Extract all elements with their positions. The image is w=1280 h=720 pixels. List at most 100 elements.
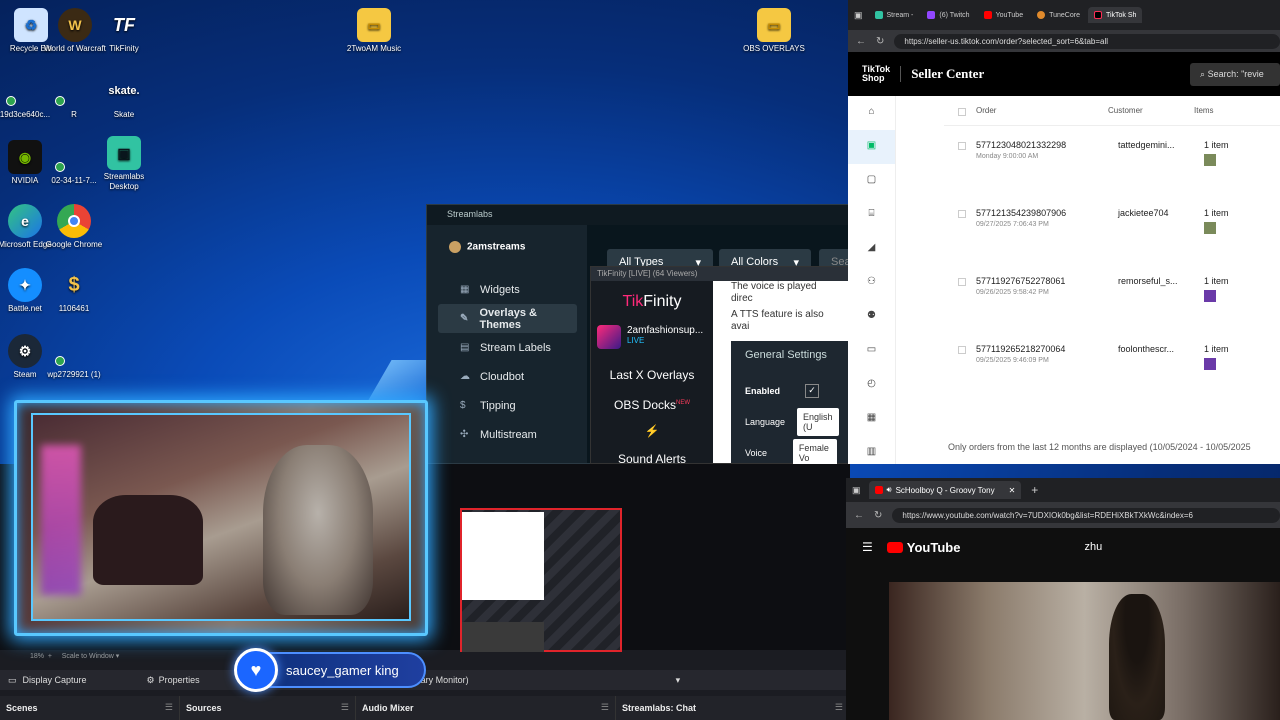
- folder-2twoam-music[interactable]: ▭ 2TwoAM Music: [343, 8, 405, 54]
- table-row[interactable]: 577123048021332298 Monday 9:00:00 AM tatte…: [944, 126, 1280, 194]
- user-profile[interactable]: 2amstreams: [427, 225, 587, 275]
- nav-overlays-themes[interactable]: ✎ Overlays & Themes: [438, 304, 577, 333]
- order-id[interactable]: 577121354239807906: [976, 208, 1066, 218]
- tab-youtube-video[interactable]: 🔊︎ ScHoolboy Q - Groovy Tony ✕: [868, 481, 1022, 499]
- nav-label: Cloudbot: [480, 370, 525, 383]
- url-field[interactable]: https://www.youtube.com/watch?v=7UDXIOk0…: [892, 507, 1280, 523]
- folder-obs-overlays[interactable]: ▭ OBS OVERLAYS: [743, 8, 805, 54]
- nav-tipping[interactable]: $ Tipping: [438, 391, 577, 420]
- home-icon[interactable]: ⌂: [848, 96, 895, 130]
- close-icon[interactable]: ✕: [1009, 486, 1016, 495]
- dock-menu-icon: ☰: [340, 702, 349, 712]
- shop-icon[interactable]: ⌸: [848, 198, 895, 232]
- affiliate-icon[interactable]: ⚇: [848, 266, 895, 300]
- orders-icon[interactable]: ▣: [848, 130, 895, 164]
- hamburger-menu-icon[interactable]: ☰: [862, 540, 873, 554]
- live-icon[interactable]: ▭: [848, 334, 895, 368]
- voice-select[interactable]: Female Vo: [792, 438, 837, 467]
- marketing-icon[interactable]: ◢: [848, 232, 895, 266]
- source-preview-selected[interactable]: [460, 508, 622, 652]
- skate-shortcut[interactable]: skate. Skate: [93, 74, 155, 120]
- tab-menu-icon[interactable]: ▣: [852, 485, 861, 496]
- tab-strip: ▣ Stream - (6) Twitch YouTube TuneCore T…: [848, 0, 1280, 30]
- tab-tiktok-shop[interactable]: TikTok Sh: [1087, 7, 1143, 23]
- tab-youtube[interactable]: YouTube: [978, 7, 1030, 23]
- properties-button[interactable]: ⚙ Properties: [147, 675, 200, 686]
- url-field[interactable]: https://seller-us.tiktok.com/order?selec…: [894, 33, 1280, 49]
- preview-thumbnail: [462, 512, 544, 600]
- dock-chat[interactable]: Streamlabs: Chat ☰: [616, 696, 850, 720]
- search-input[interactable]: ⌕ Search: "revie: [1190, 62, 1280, 86]
- labels-icon: ▤: [460, 341, 470, 353]
- row-checkbox[interactable]: [958, 346, 966, 354]
- order-id[interactable]: 577119265218270064: [976, 344, 1065, 354]
- tab-twitch[interactable]: (6) Twitch: [921, 7, 975, 23]
- streamer: [263, 445, 373, 615]
- tikfinity-user[interactable]: 2amfashionsup... LIVE: [591, 317, 713, 361]
- row-checkbox[interactable]: [958, 142, 966, 150]
- tikfinity-shortcut[interactable]: TF TikFinity: [93, 8, 155, 54]
- nav-cloudbot[interactable]: ☁ Cloudbot: [438, 362, 577, 391]
- chrome-shortcut[interactable]: Google Chrome: [43, 204, 105, 250]
- language-select[interactable]: English (U: [797, 407, 839, 436]
- finance-icon[interactable]: ◴: [848, 368, 895, 402]
- settings-title: General Settings: [745, 349, 827, 361]
- row-checkbox[interactable]: [958, 278, 966, 286]
- reload-icon[interactable]: ↻: [876, 36, 884, 47]
- item-count: 1 item: [1204, 276, 1229, 286]
- row-checkbox[interactable]: [958, 210, 966, 218]
- seller-center-header: TikTok Shop Seller Center ⌕ Search: "revi…: [848, 52, 1280, 96]
- nav-stream-labels[interactable]: ▤ Stream Labels: [438, 333, 577, 362]
- tab-stream[interactable]: Stream -: [869, 7, 920, 23]
- table-row[interactable]: 577121354239807906 09/27/2025 7:06:43 PM j…: [944, 194, 1280, 262]
- dock-sources[interactable]: Sources ☰: [180, 696, 356, 720]
- avatar: [449, 241, 461, 253]
- tab-menu-icon[interactable]: ▣: [854, 10, 863, 21]
- select-all-checkbox[interactable]: [958, 107, 966, 116]
- play-icon: [886, 541, 903, 553]
- dock-scenes[interactable]: Scenes ☰: [0, 696, 180, 720]
- setting-label: Voice: [745, 447, 768, 458]
- dock-audio-mixer[interactable]: Audio Mixer ☰: [356, 696, 616, 720]
- back-icon[interactable]: ←: [854, 510, 864, 521]
- apps-icon[interactable]: ▦: [848, 402, 895, 436]
- hoodie-on-chair: [93, 495, 203, 585]
- tikfinity-sidebar: TikFinity 2amfashionsup... LIVE Last X Ov…: [591, 281, 713, 466]
- nav-multistream[interactable]: ✣ Multistream: [438, 420, 577, 449]
- order-id[interactable]: 577119276752278061: [976, 276, 1065, 286]
- nav-label: Tipping: [480, 399, 516, 412]
- search-input[interactable]: zhu: [1084, 541, 1102, 553]
- streamlabs-icon: ▣: [107, 136, 141, 170]
- order-id[interactable]: 577123048021332298: [976, 140, 1066, 150]
- product-thumbnail: [1204, 154, 1216, 166]
- file-shortcut-wp[interactable]: wp2729921 (1): [43, 334, 105, 380]
- sync-check-icon: [6, 96, 16, 106]
- column-header: Customer: [1108, 106, 1143, 115]
- monitor-select[interactable]: 0 (Primary Monitor): [392, 675, 676, 685]
- streamlabs-desktop-shortcut[interactable]: ▣ Streamlabs Desktop: [93, 136, 155, 192]
- products-icon[interactable]: ▢: [848, 164, 895, 198]
- table-row[interactable]: 577119265218270064 09/25/2025 9:46:09 PM f…: [944, 330, 1280, 398]
- tikfinity-main: The voice is played direc A TTS feature …: [713, 281, 851, 467]
- scale-controls[interactable]: 18% + Scale to Window ▾: [30, 652, 119, 660]
- table-row[interactable]: 577119276752278061 09/26/2025 9:58:42 PM r…: [944, 262, 1280, 330]
- button-label: Properties: [158, 674, 200, 685]
- reload-icon[interactable]: ↻: [874, 510, 882, 521]
- analytics-icon[interactable]: ▥: [848, 436, 895, 470]
- tab-tunecore[interactable]: TuneCore: [1031, 7, 1086, 23]
- back-icon[interactable]: ←: [856, 36, 866, 47]
- order-cell: 577119265218270064 09/25/2025 9:46:09 PM: [976, 344, 1118, 364]
- tunecore-icon: [1037, 11, 1046, 19]
- file-shortcut-1106461[interactable]: $1106461: [43, 268, 105, 314]
- customers-icon[interactable]: ⚉: [848, 300, 895, 334]
- selected-source: Display Capture: [22, 675, 87, 685]
- video-player[interactable]: [889, 582, 1280, 720]
- nav-widgets[interactable]: ▦ Widgets: [438, 275, 577, 304]
- enabled-checkbox[interactable]: ✓: [805, 383, 819, 398]
- items-cell: 1 item: [1204, 140, 1264, 166]
- nav-label: Multistream: [480, 428, 537, 441]
- youtube-logo[interactable]: YouTube: [886, 540, 960, 555]
- new-tab-button[interactable]: +: [1031, 483, 1038, 497]
- nav-obs-docks[interactable]: OBS DocksNEW: [591, 389, 713, 417]
- nav-last-x-overlays[interactable]: Last X Overlays: [591, 361, 713, 389]
